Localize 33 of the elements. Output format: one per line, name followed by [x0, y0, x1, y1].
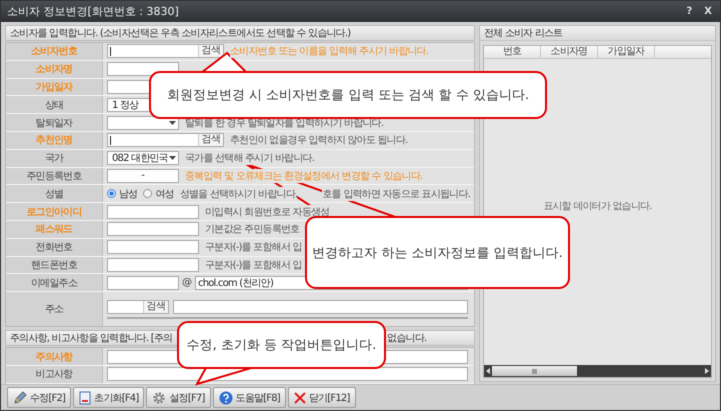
hint-text: 추천인이 없을경우 입력하지 않아도 됩니다.	[230, 133, 408, 148]
label-text: 주소	[44, 303, 64, 316]
hint-text: 기본값은 주민등록번호	[205, 222, 300, 236]
hint-text: 성별을 선택하시기 바랍니다.	[180, 186, 298, 201]
label-text: 가입일자	[36, 80, 72, 94]
hint-text: 소비자번호 또는 이름을 입력해 주시기 바랍니다.	[230, 44, 428, 58]
label-text: 패스워드	[36, 223, 72, 236]
label-text: 비고사항	[36, 368, 72, 382]
callout-tooltip: 변경하고자 하는 소비자정보를 입력합니다.	[305, 216, 570, 289]
label-text: 추천인명	[36, 134, 72, 148]
label-text: 상태	[44, 98, 64, 112]
window-title: 소비자 정보변경[화면번호 : 3830]	[7, 4, 179, 19]
label-text: 이메일주소	[30, 276, 77, 290]
label-text: 전화번호	[36, 241, 72, 254]
label-text: 소비자번호	[30, 45, 77, 58]
label-text: 주의사항	[36, 350, 72, 364]
hint-text: 미입력시 회원번호로 자동생성	[205, 204, 330, 219]
hint-text: 구분자(-)를 포함해서 입	[205, 258, 302, 272]
hint-text: 구분자(-)를 포함해서 입	[205, 240, 302, 254]
hint-text: 중복입력 및 오류체크는 환경설정에서 변경할 수 있습니다.	[185, 168, 422, 183]
section-header-text: 주의사항, 비고사항을 입력합니다. [주의	[10, 332, 172, 346]
hint-text: 국가를 선택해 주시기 바랍니다.	[185, 151, 314, 166]
label-text: 성별	[44, 188, 64, 201]
panel-title: 전체 소비자 리스트	[484, 27, 562, 40]
label-text: 핸드폰번호	[30, 258, 77, 272]
label-text: 주민등록번호	[26, 170, 82, 183]
section-header-text: 소비자를 입력합니다. (소비자선택은 우측 소비자리스트에서도 선택할 수 있습니다.)	[10, 27, 350, 40]
label-text: 소비자명	[36, 63, 72, 76]
at-sign: @	[182, 277, 192, 288]
label-text: 국가	[44, 152, 64, 166]
label-text: 탈퇴일자	[36, 116, 72, 130]
label-text: 로그인아이디	[26, 206, 82, 219]
section-header-text: 없습니다.	[387, 332, 426, 346]
